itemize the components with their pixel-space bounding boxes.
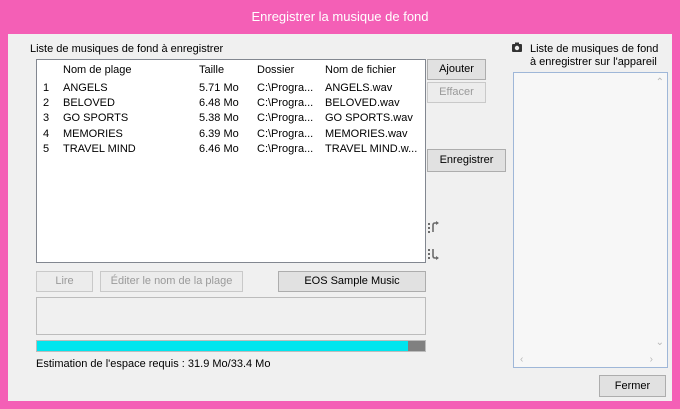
music-list[interactable]: Nom de plage Taille Dossier Nom de fichi… <box>36 59 426 263</box>
cell-name: GO SPORTS <box>63 112 129 125</box>
scroll-left-icon[interactable]: ‹ <box>520 354 523 365</box>
info-box <box>36 297 426 335</box>
device-list-title-line1: Liste de musiques de fond <box>530 43 659 55</box>
column-header-name[interactable]: Nom de plage <box>63 64 132 76</box>
table-row[interactable]: 3 GO SPORTS 5.38 Mo C:\Progra... GO SPORTS.w… <box>37 111 425 126</box>
cell-folder: C:\Progra... <box>257 127 314 140</box>
column-header-folder[interactable]: Dossier <box>257 64 294 76</box>
space-estimate-text: Estimation de l'espace requis : 31.9 Mo/… <box>36 358 271 370</box>
cell-size: 5.71 Mo <box>199 82 239 94</box>
music-list-title: Liste de musiques de fond à enregistrer <box>30 43 224 55</box>
edit-track-name-button[interactable]: Éditer le nom de la plage <box>100 271 243 292</box>
column-header-size[interactable]: Taille <box>199 64 224 76</box>
move-down-icon[interactable] <box>426 246 442 262</box>
cell-name: MEMORIES <box>63 127 123 140</box>
scroll-right-icon[interactable]: › <box>650 354 653 365</box>
cell-folder: C:\Progra... <box>257 112 314 125</box>
cell-size: 6.46 Mo <box>199 142 239 155</box>
window-title: Enregistrer la musique de fond <box>251 9 429 24</box>
cell-folder: C:\Progra... <box>257 82 314 94</box>
cell-num: 3 <box>43 112 50 125</box>
add-button[interactable]: Ajouter <box>427 59 486 80</box>
scroll-down-icon[interactable]: ⌄ <box>656 337 664 348</box>
erase-button[interactable]: Effacer <box>427 82 486 103</box>
space-progress-remaining <box>407 341 425 351</box>
table-row[interactable]: 4 MEMORIES 6.39 Mo C:\Progra... MEMORIES.wav <box>37 127 425 142</box>
cell-folder: C:\Progra... <box>257 142 314 155</box>
play-button[interactable]: Lire <box>36 271 93 292</box>
cell-size: 6.39 Mo <box>199 127 239 140</box>
space-progress-fill <box>37 341 408 351</box>
close-button[interactable]: Fermer <box>599 375 666 397</box>
cell-file: MEMORIES.wav <box>325 127 408 140</box>
cell-folder: C:\Progra... <box>257 97 314 110</box>
cell-name: BELOVED <box>63 97 115 110</box>
camera-icon <box>510 41 524 55</box>
table-row[interactable]: 2 BELOVED 6.48 Mo C:\Progra... BELOVED.wav <box>37 96 425 111</box>
cell-name: TRAVEL MIND <box>63 142 136 155</box>
table-row[interactable]: 1 ANGELS 5.71 Mo C:\Progra... ANGELS.wav <box>37 81 425 96</box>
cell-file: ANGELS.wav <box>325 82 393 94</box>
scroll-up-icon[interactable]: ⌃ <box>656 77 664 88</box>
cell-name: ANGELS <box>63 82 108 94</box>
dialog-client-area: Liste de musiques de fond à enregistrer … <box>8 34 672 401</box>
cell-num: 5 <box>43 142 50 155</box>
dialog-window: Enregistrer la musique de fond Liste de … <box>0 0 680 409</box>
column-header-filename[interactable]: Nom de fichier <box>325 64 396 76</box>
cell-size: 6.48 Mo <box>199 97 239 110</box>
cell-num: 4 <box>43 127 50 140</box>
cell-file: BELOVED.wav <box>325 97 400 110</box>
eos-sample-music-button[interactable]: EOS Sample Music <box>278 271 426 292</box>
register-button[interactable]: Enregistrer <box>427 149 506 172</box>
cell-num: 2 <box>43 97 50 110</box>
device-music-list[interactable]: ⌃ ⌄ ‹ › <box>513 72 668 368</box>
cell-file: TRAVEL MIND.w... <box>325 142 418 155</box>
cell-file: GO SPORTS.wav <box>325 112 413 125</box>
space-progress-bar <box>36 340 426 352</box>
list-header: Nom de plage Taille Dossier Nom de fichi… <box>37 60 425 80</box>
move-up-icon[interactable] <box>426 220 442 236</box>
cell-size: 5.38 Mo <box>199 112 239 125</box>
table-row[interactable]: 5 TRAVEL MIND 6.46 Mo C:\Progra... TRAVEL MI… <box>37 142 425 157</box>
cell-num: 1 <box>43 82 50 94</box>
device-list-title-line2: à enregistrer sur l'appareil <box>530 56 657 68</box>
